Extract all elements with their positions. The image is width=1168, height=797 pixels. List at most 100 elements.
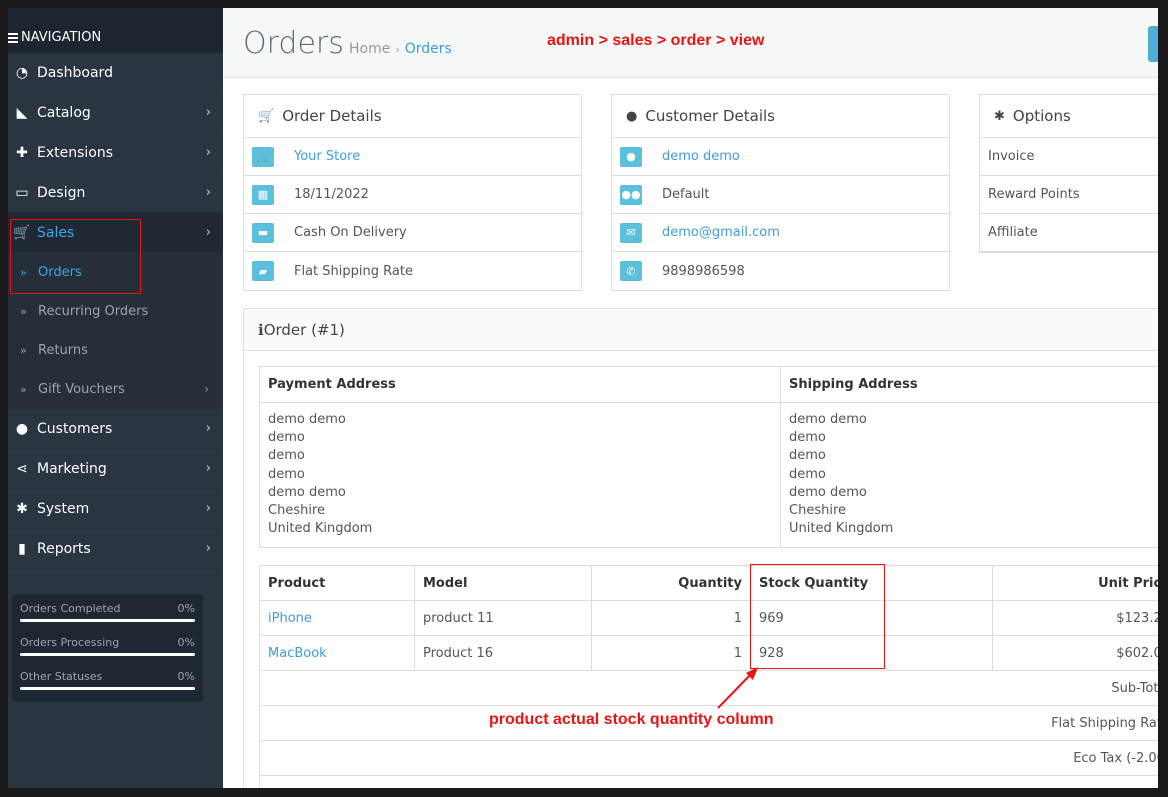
col-model: Model	[414, 565, 592, 601]
sidebar-item-catalog[interactable]: ◣ Catalog ›	[8, 93, 223, 133]
sidebar-item-design[interactable]: ▭ Design ›	[8, 173, 223, 213]
address-line: demo	[789, 430, 826, 446]
invoice-row: Invoice	[980, 138, 1158, 176]
chevron-right-icon: ›	[205, 501, 211, 516]
unit-price-cell: $602.00	[992, 635, 1158, 671]
calendar-icon: ▦	[252, 184, 274, 205]
col-quantity: Quantity	[591, 565, 751, 601]
dashboard-icon: ◔	[15, 64, 29, 81]
customer-details-header: ● Customer Details	[612, 95, 949, 138]
payment-method: Cash On Delivery	[294, 225, 407, 240]
col-product: Product	[259, 565, 415, 601]
double-chevron-icon: »	[20, 383, 27, 396]
sidebar-subitem-label: Gift Vouchers	[38, 382, 125, 397]
payment-row: ▬ Cash On Delivery	[244, 214, 581, 252]
address-line: demo demo	[789, 412, 867, 427]
path-annotation: admin > sales > order > view	[547, 32, 765, 49]
date-row: ▦ 18/11/2022	[244, 176, 581, 214]
status-label-row: Other Statuses 0%	[20, 670, 195, 683]
status-row: Orders Processing 0%	[20, 636, 195, 656]
date-added: 18/11/2022	[294, 187, 369, 202]
chevron-right-icon: ›	[205, 145, 211, 160]
sidebar-item-dashboard[interactable]: ◔ Dashboard	[8, 53, 223, 93]
sidebar-subitem-recurring-orders[interactable]: » Recurring Orders	[8, 292, 223, 331]
sidebar-item-label: Customers	[37, 420, 113, 437]
address-line: demo demo	[268, 484, 346, 500]
chevron-right-icon: ›	[205, 541, 211, 556]
breadcrumb: Home › Orders	[349, 41, 452, 57]
model-cell: Product 16	[414, 635, 592, 671]
shipping-address: demo demo demo demo demo demo demo Cheshire Un…	[780, 402, 1158, 548]
sidebar-subitem-label: Returns	[38, 343, 88, 358]
chevron-right-icon: ›	[205, 225, 211, 240]
order-panel-header: ℹ Order (#1)	[244, 309, 1158, 351]
address-line: demo	[268, 448, 305, 464]
stock-column-annotation: product actual stock quantity column	[489, 711, 774, 728]
phone-icon: ✆	[620, 261, 642, 281]
cart-icon: 🛒	[258, 108, 275, 124]
quantity-cell: 1	[591, 600, 751, 636]
sidebar-item-label: Design	[37, 184, 86, 201]
group-row: ●● Default	[612, 176, 949, 214]
sidebar-item-label: System	[37, 500, 90, 517]
cog-icon: ✱	[994, 108, 1005, 124]
action-button[interactable]	[1148, 26, 1158, 62]
nav-header[interactable]: NAVIGATION	[8, 8, 223, 53]
unit-price-cell: $123.20	[992, 600, 1158, 636]
total-row	[259, 775, 1158, 788]
customer-details-panel: ● Customer Details ● demo demo ●● Default ✉…	[611, 94, 950, 291]
order-details-panel: 🛒 Order Details 🛒 Your Store ▦ 18/11/2022 ▬…	[243, 94, 582, 291]
customer-group: Default	[662, 187, 710, 202]
sidebar-item-label: Extensions	[37, 144, 114, 161]
sidebar-item-extensions[interactable]: ✚ Extensions ›	[8, 133, 223, 173]
order-details-header: 🛒 Order Details	[244, 95, 581, 138]
product-cell: iPhone	[259, 600, 415, 636]
tag-icon: ◣	[16, 104, 28, 121]
store-row: 🛒 Your Store	[244, 138, 581, 176]
user-icon: ●	[626, 108, 638, 124]
sidebar-subitem-returns[interactable]: » Returns	[8, 331, 223, 370]
model-cell: product 11	[414, 600, 592, 636]
credit-card-icon: ▬	[252, 222, 274, 243]
affiliate-row: Affiliate	[980, 214, 1158, 252]
options-title: Options	[1012, 107, 1071, 125]
email-row: ✉ demo@gmail.com	[612, 214, 949, 252]
product-link[interactable]: MacBook	[268, 646, 327, 661]
address-line: United Kingdom	[268, 521, 373, 537]
status-label: Orders Completed	[20, 602, 121, 615]
double-chevron-icon: »	[20, 305, 27, 318]
sidebar-item-system[interactable]: ✱ System ›	[8, 489, 223, 529]
progress-bar	[20, 687, 195, 690]
menu-icon[interactable]	[8, 31, 18, 45]
address-line: demo	[789, 448, 826, 464]
status-label: Orders Processing	[20, 636, 120, 649]
progress-bar	[20, 653, 195, 656]
breadcrumb-home[interactable]: Home	[349, 41, 390, 57]
puzzle-icon: ✚	[16, 144, 28, 161]
status-percent: 0%	[177, 670, 195, 683]
store-link[interactable]: Your Store	[294, 149, 360, 164]
breadcrumb-orders[interactable]: Orders	[405, 41, 452, 57]
customer-details-title: Customer Details	[645, 107, 775, 125]
progress-bar	[20, 619, 195, 622]
sidebar-subitem-gift-vouchers[interactable]: » Gift Vouchers ›	[8, 370, 223, 409]
status-label: Other Statuses	[20, 670, 103, 683]
cart-icon: 🛒	[252, 146, 274, 167]
sidebar-item-label: Catalog	[37, 104, 91, 121]
sidebar-item-customers[interactable]: ● Customers ›	[8, 409, 223, 449]
page-header: Orders Home › Orders admin > sales > order…	[223, 8, 1158, 78]
status-percent: 0%	[177, 636, 195, 649]
customer-link[interactable]: demo demo	[662, 149, 740, 164]
product-link[interactable]: iPhone	[268, 611, 312, 626]
sidebar-subitem-label: Recurring Orders	[38, 304, 149, 319]
email-link[interactable]: demo@gmail.com	[662, 225, 780, 240]
stock-quantity-highlight	[750, 564, 885, 669]
col-unit-price: Unit Price	[992, 565, 1158, 601]
chevron-right-icon: ›	[205, 461, 211, 476]
chevron-right-icon: ›	[205, 185, 211, 200]
shipping-method: Flat Shipping Rate	[294, 263, 413, 279]
sidebar-item-marketing[interactable]: ⋖ Marketing ›	[8, 449, 223, 489]
status-label-row: Orders Processing 0%	[20, 636, 195, 649]
sidebar: NAVIGATION ◔ Dashboard ◣ Catalog › ✚ Extension…	[8, 8, 223, 788]
sidebar-item-reports[interactable]: ▮ Reports ›	[8, 529, 223, 569]
